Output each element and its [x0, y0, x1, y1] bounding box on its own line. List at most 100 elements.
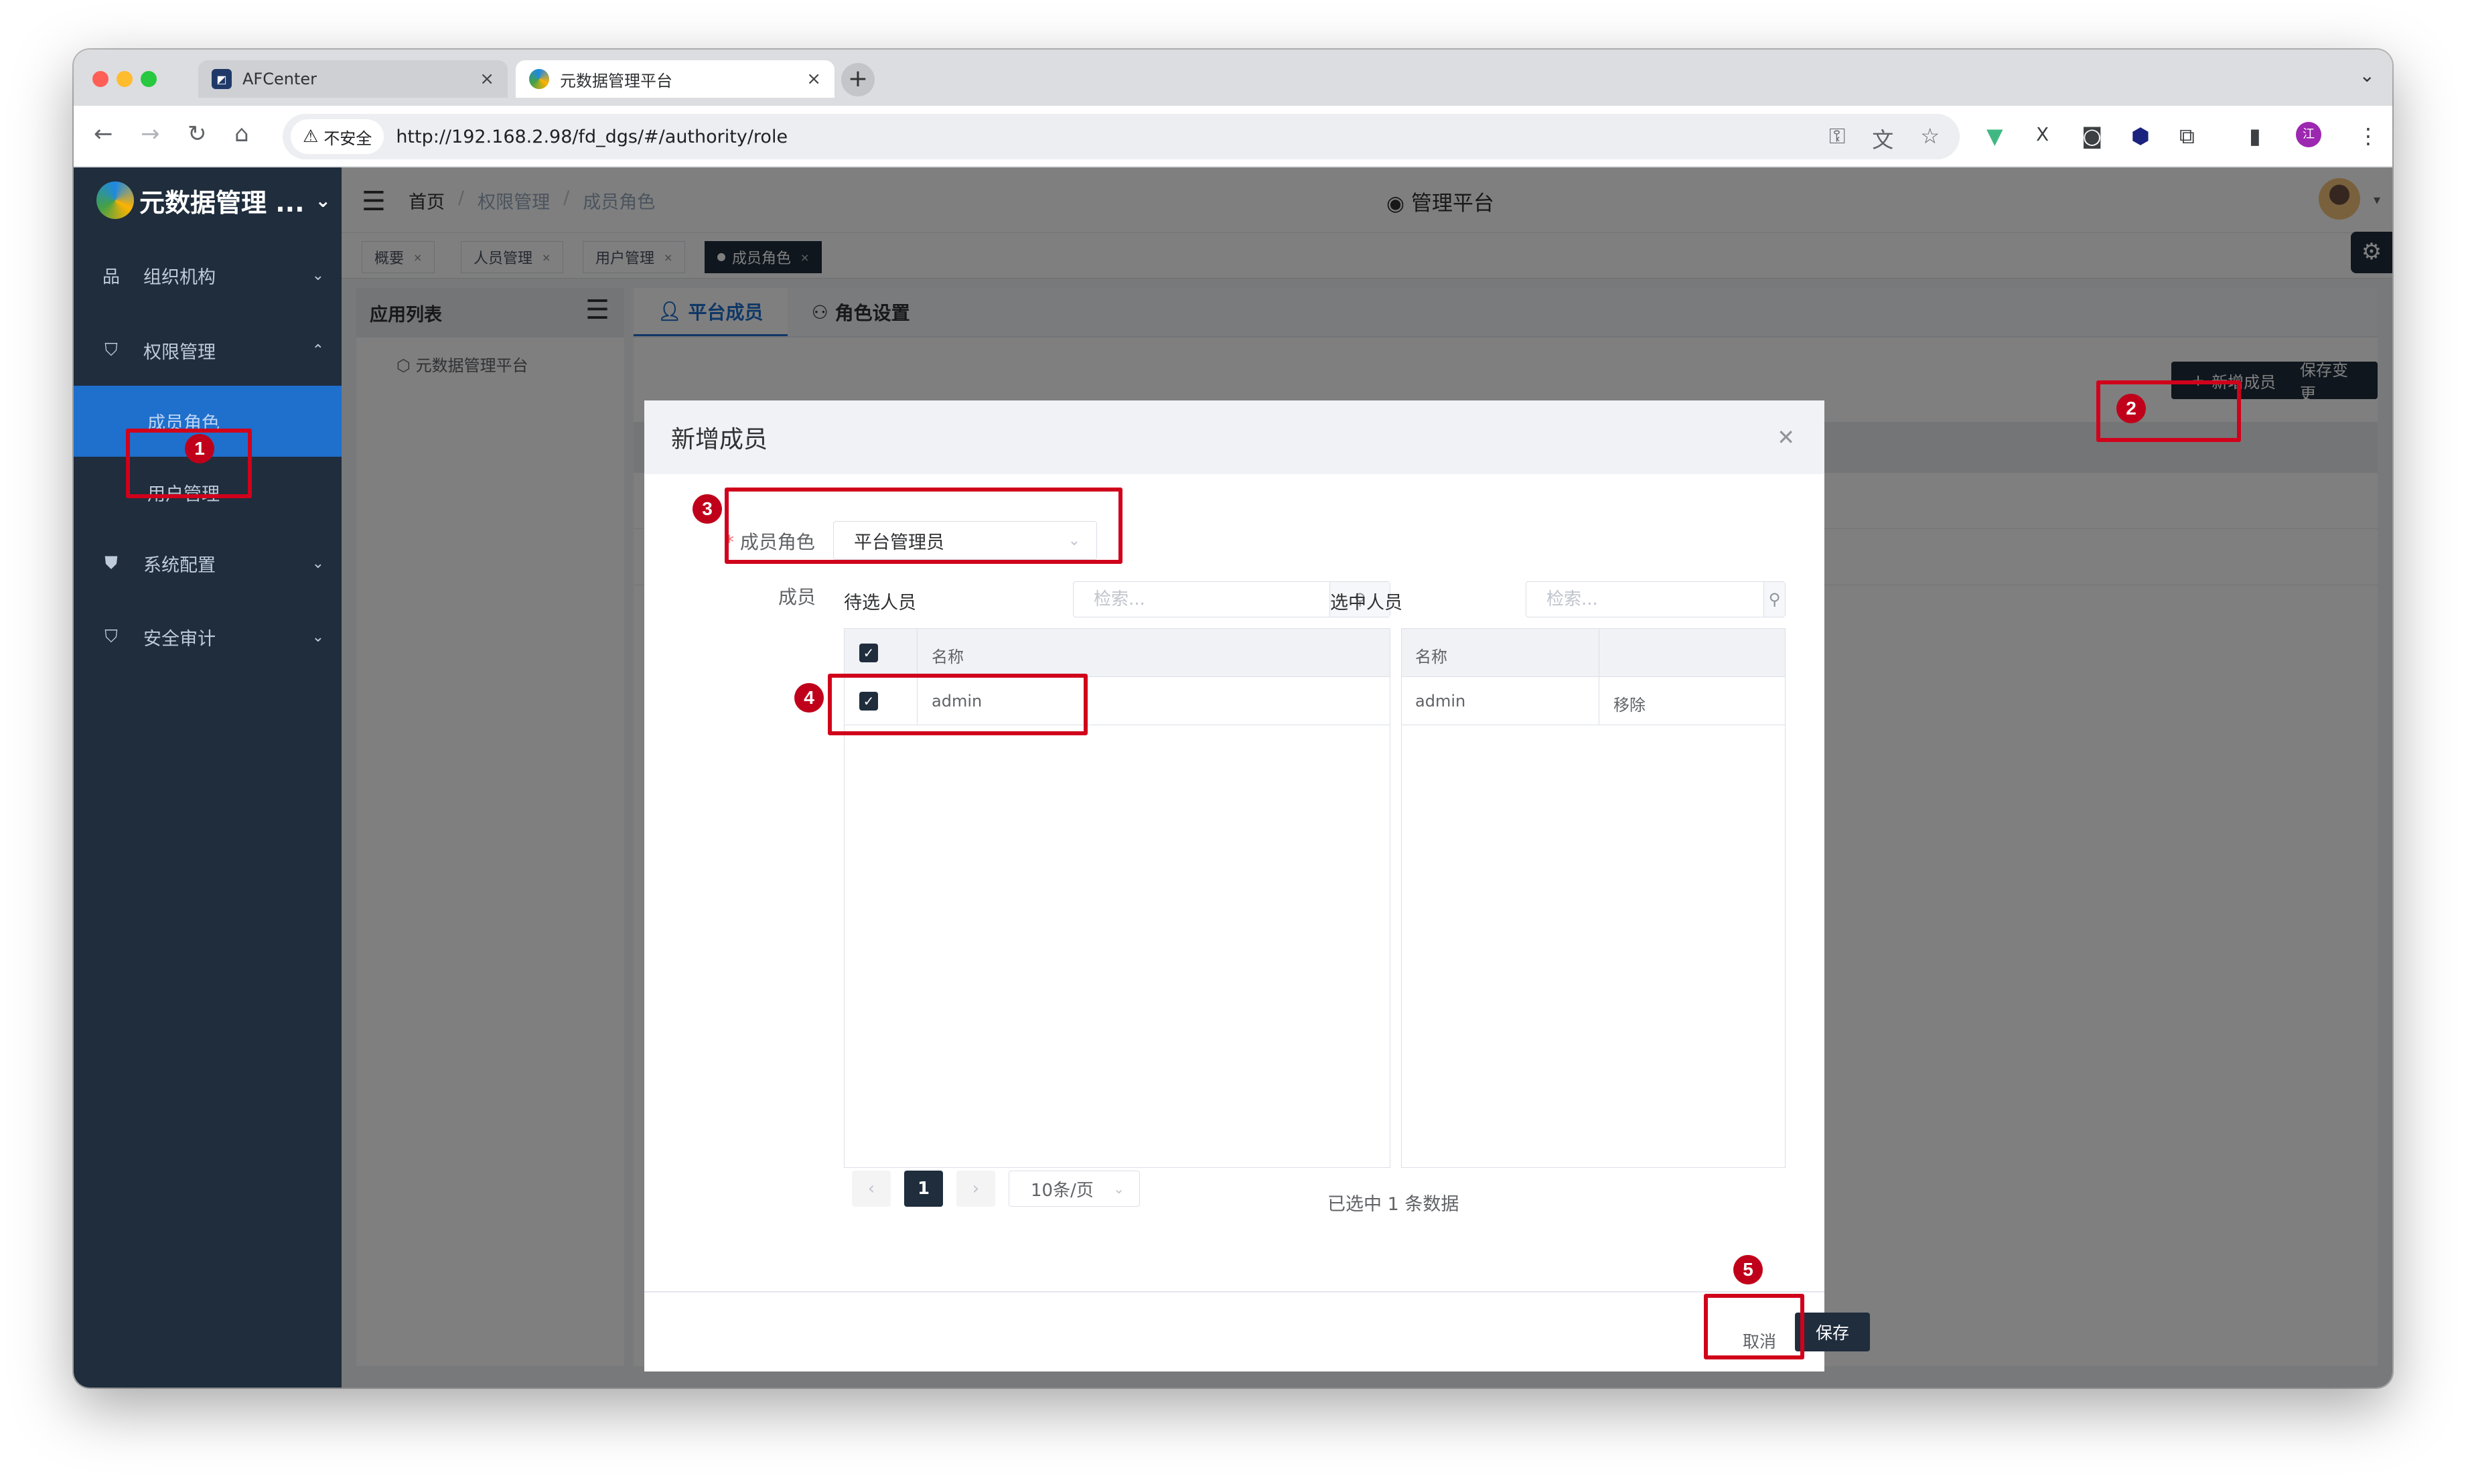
select-all-checkbox[interactable]: ✓	[859, 644, 878, 662]
close-icon[interactable]: ✕	[1777, 425, 1795, 450]
cube-extension-icon[interactable]: ⬢	[2131, 123, 2150, 149]
side-panel-icon[interactable]: ▮	[2249, 123, 2261, 149]
candidate-table-header: ✓ 名称	[845, 629, 1390, 677]
column-header-name: 名称	[1415, 648, 1447, 666]
home-icon[interactable]: ⌂	[234, 121, 249, 147]
next-page-icon[interactable]: ›	[956, 1171, 995, 1207]
sidebar-item-label: 用户管理	[147, 484, 220, 505]
selected-search-input[interactable]	[1526, 583, 1763, 616]
dialog-header: 新增成员	[644, 400, 1824, 474]
insecure-label: 不安全	[323, 129, 372, 148]
org-icon: 品	[102, 267, 120, 287]
chevron-up-icon: ⌃	[311, 342, 324, 359]
afcenter-favicon-icon: ◩	[212, 69, 232, 89]
candidate-name: admin	[932, 692, 983, 711]
selected-table-header: 名称	[1402, 629, 1785, 677]
dialog-footer-divider	[644, 1291, 1824, 1292]
member-label: 成员	[778, 586, 816, 608]
back-arrow-icon[interactable]: ←	[94, 121, 113, 147]
incognito-extension-icon[interactable]: ◙	[2082, 123, 2102, 149]
browser-tab-strip: ◩ AFCenter × 元数据管理平台 × + ⌄	[74, 50, 2392, 106]
brand-title: 元数据管理 ...	[139, 188, 305, 218]
role-select[interactable]: 平台管理员 ⌄	[833, 521, 1097, 560]
sidebar-item-label: 组织机构	[143, 267, 216, 288]
sidebar-item-label: 权限管理	[143, 342, 216, 363]
sidebar: 元数据管理 ... ⌄ 品 组织机构 ⌄ ⛉ 权限管理 ⌃ 成员角色 用户管理 …	[74, 167, 342, 1388]
vue-devtools-extension-icon[interactable]: ▼	[1986, 123, 2003, 149]
browser-toolbar: ← → ↻ ⌂ ⚠ 不安全 http://192.168.2.98/fd_dgs…	[74, 106, 2392, 167]
close-tab-icon[interactable]: ×	[480, 69, 494, 89]
profile-avatar-icon[interactable]: 江	[2296, 122, 2321, 147]
shield-icon: ⛉	[104, 340, 118, 360]
address-bar-icons: ⚿ 文 ☆	[1829, 123, 1940, 154]
chevron-down-icon: ⌄	[315, 189, 332, 212]
minimize-window-button[interactable]	[117, 71, 133, 87]
password-key-icon[interactable]: ⚿	[1829, 123, 1845, 154]
candidate-pane-title: 待选人员	[844, 593, 916, 613]
sidebar-item-label: 安全审计	[143, 628, 216, 650]
search-icon[interactable]: ⚲	[1763, 582, 1785, 617]
cancel-button[interactable]: 取消	[1743, 1329, 1776, 1353]
page-size-select[interactable]: 10条/页 ⌄	[1009, 1171, 1140, 1207]
sidebar-item-user-management[interactable]: 用户管理	[74, 457, 342, 528]
address-bar[interactable]: ⚠ 不安全 http://192.168.2.98/fd_dgs/#/autho…	[283, 114, 1960, 159]
tab-search-chevron-icon[interactable]: ⌄	[2360, 64, 2375, 86]
metadata-favicon-icon	[529, 69, 549, 89]
page-number[interactable]: 1	[904, 1171, 943, 1207]
selected-pane-title: 选中人员	[1330, 593, 1402, 613]
sidebar-item-authority[interactable]: ⛉ 权限管理 ⌃	[74, 315, 342, 386]
callout-badge-3: 3	[693, 494, 722, 524]
warning-triangle-icon: ⚠	[303, 127, 319, 147]
new-tab-button[interactable]: +	[841, 63, 875, 96]
browser-tab-afcenter[interactable]: ◩ AFCenter ×	[198, 60, 508, 98]
candidate-search-input[interactable]	[1074, 583, 1329, 616]
browser-tab-label: AFCenter	[242, 70, 317, 88]
zoom-window-button[interactable]	[141, 71, 157, 87]
sidebar-item-system-config[interactable]: ⛊ 系统配置 ⌄	[74, 528, 342, 599]
forward-arrow-icon[interactable]: →	[141, 121, 160, 147]
add-member-dialog: 新增成员 ✕ * 成员角色 平台管理员 ⌄ 成员 待选人员 ⚲ ✓ 名称	[644, 400, 1870, 1371]
callout-badge-5: 5	[1733, 1255, 1763, 1284]
chevron-down-icon: ⌄	[311, 628, 324, 646]
brand-logo-icon	[96, 181, 134, 219]
translate-icon[interactable]: 文	[1872, 123, 1893, 154]
candidate-table: ✓ 名称 ✓ admin	[844, 628, 1390, 1168]
browser-tab-metadata[interactable]: 元数据管理平台 ×	[516, 60, 835, 98]
url-text[interactable]: http://192.168.2.98/fd_dgs/#/authority/r…	[396, 127, 788, 147]
config-shield-icon: ⛊	[104, 552, 118, 573]
brand[interactable]: 元数据管理 ... ⌄	[74, 167, 342, 233]
chevron-down-icon: ⌄	[311, 554, 324, 572]
bookmark-star-icon[interactable]: ☆	[1920, 123, 1940, 154]
selected-name: admin	[1415, 692, 1466, 711]
dialog-title: 新增成员	[671, 426, 768, 453]
table-row: admin 移除	[1402, 677, 1785, 725]
security-chip[interactable]: ⚠ 不安全	[291, 119, 384, 154]
sidebar-item-org[interactable]: 品 组织机构 ⌄	[74, 240, 342, 311]
prev-page-icon[interactable]: ‹	[852, 1171, 891, 1207]
callout-badge-1: 1	[185, 434, 214, 463]
close-tab-icon[interactable]: ×	[806, 69, 821, 89]
selected-search: ⚲	[1526, 581, 1786, 617]
audit-shield-icon: ⛉	[104, 626, 118, 647]
browser-menu-icon[interactable]: ⋮	[2358, 123, 2379, 149]
row-checkbox[interactable]: ✓	[859, 692, 878, 711]
remove-link[interactable]: 移除	[1613, 692, 1646, 715]
column-header-name: 名称	[932, 648, 964, 666]
selected-table: 名称 admin 移除	[1401, 628, 1786, 1168]
close-window-button[interactable]	[92, 71, 108, 87]
reload-icon[interactable]: ↻	[188, 121, 207, 147]
save-button[interactable]: 保存	[1795, 1313, 1870, 1351]
callout-badge-4: 4	[794, 683, 824, 713]
sidebar-item-label: 成员角色	[147, 413, 220, 434]
extensions-puzzle-icon[interactable]: ⧉	[2179, 123, 2195, 149]
sidebar-item-label: 系统配置	[143, 554, 216, 576]
chevron-down-icon: ⌄	[1113, 1181, 1125, 1197]
pagination: ‹ 1 › 10条/页 ⌄	[852, 1171, 1140, 1207]
table-row[interactable]: ✓ admin	[845, 677, 1390, 725]
sidebar-item-security-audit[interactable]: ⛉ 安全审计 ⌄	[74, 601, 342, 672]
chevron-down-icon: ⌄	[311, 267, 324, 284]
x-extension-icon[interactable]: X	[2036, 123, 2049, 145]
role-label: * 成员角色	[725, 531, 815, 553]
selected-count: 已选中 1 条数据	[1327, 1194, 1459, 1215]
column-divider	[917, 629, 918, 725]
